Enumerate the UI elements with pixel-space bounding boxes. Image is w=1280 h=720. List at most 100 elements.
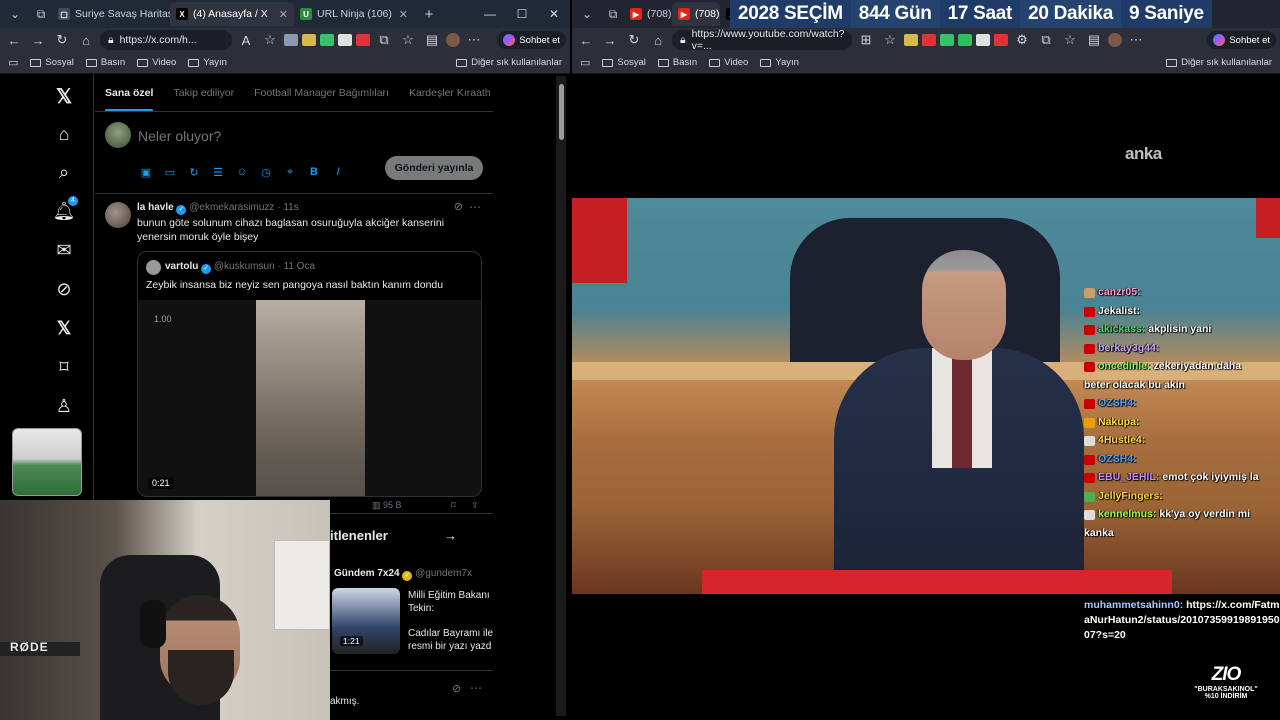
bell-icon[interactable]: 🔔︎ 4: [52, 196, 78, 223]
compose-input[interactable]: Neler oluyor?: [138, 128, 221, 144]
tweet-handle[interactable]: @ekmekarasimuzz · 11s: [189, 202, 298, 213]
reading-list-icon[interactable]: ▭: [580, 56, 590, 69]
italic-icon[interactable]: I: [331, 166, 345, 179]
extension-icon[interactable]: [994, 34, 1008, 46]
more-menu-icon[interactable]: ⋯: [464, 30, 484, 50]
favorites-icon[interactable]: ☆: [1060, 30, 1080, 50]
more-options-icon[interactable]: ⋯: [470, 681, 482, 695]
tab-suriye[interactable]: ▢ Suriye Savaş Haritası - S: [52, 2, 170, 26]
extension-icon[interactable]: [976, 34, 990, 46]
quoted-tweet[interactable]: vartolu ✓ @kuskumsun · 11 Oca Zeybik ins…: [137, 251, 482, 497]
gif-icon[interactable]: ▭: [163, 166, 177, 179]
more-menu-icon[interactable]: ⋯: [1126, 30, 1146, 50]
tweet[interactable]: la havle ✓ @ekmekarasimuzz · 11s ⊘ ⋯ bun…: [95, 194, 493, 514]
collections-icon[interactable]: ▤: [422, 30, 442, 50]
grok-icon[interactable]: ⊘: [452, 682, 461, 695]
split-screen-icon[interactable]: ⧉: [1036, 30, 1056, 50]
avatar[interactable]: [105, 202, 131, 228]
tab-following[interactable]: Takip ediliyor: [163, 74, 244, 111]
home-browser-icon[interactable]: ⌂: [76, 30, 96, 50]
close-window-icon[interactable]: ✕: [538, 7, 570, 21]
extension-icon[interactable]: [356, 34, 370, 46]
trending-source[interactable]: Gündem 7x24 ✓ @gundem7x: [334, 568, 472, 581]
grok-icon[interactable]: ⊘: [52, 277, 76, 301]
emoji-icon[interactable]: ☺: [235, 166, 249, 179]
favorites-icon[interactable]: ☆: [398, 30, 418, 50]
extension-icon[interactable]: [922, 34, 936, 46]
profile-icon[interactable]: ♙: [52, 394, 76, 418]
close-tab-icon[interactable]: ✕: [279, 8, 288, 21]
extensions-icon[interactable]: ⚙: [1012, 30, 1032, 50]
bookmark-other[interactable]: Diğer sık kullanılanlar: [456, 57, 562, 68]
back-icon[interactable]: ←: [4, 30, 24, 50]
extension-icon[interactable]: [940, 34, 954, 46]
location-icon[interactable]: ⌖: [283, 166, 297, 179]
extension-icon[interactable]: [338, 34, 352, 46]
reading-list-icon[interactable]: ▭: [8, 56, 18, 69]
close-tab-icon[interactable]: ✕: [399, 8, 408, 21]
home-icon[interactable]: ⌂: [52, 122, 76, 146]
tab-actions-icon[interactable]: ⌄: [4, 3, 26, 25]
mail-icon[interactable]: ✉: [52, 238, 76, 262]
new-tab-icon[interactable]: +: [418, 3, 440, 25]
arrow-right-icon[interactable]: →: [444, 528, 457, 543]
workspaces-icon[interactable]: ⧉: [602, 3, 624, 25]
tab-x-home[interactable]: X (4) Anasayfa / X ✕: [170, 2, 294, 26]
bookmark-sosyal[interactable]: Sosyal: [30, 57, 74, 68]
extension-icon[interactable]: [302, 34, 316, 46]
tab-actions-icon[interactable]: ⌄: [576, 3, 598, 25]
bookmark-video[interactable]: Video: [709, 57, 748, 68]
avatar[interactable]: [105, 122, 131, 148]
tab-for-you[interactable]: Sana özel: [95, 74, 163, 111]
x-logo-icon[interactable]: 𝕏: [52, 84, 76, 108]
forward-icon[interactable]: →: [28, 30, 48, 50]
favorite-star-icon[interactable]: ☆: [260, 30, 280, 50]
bookmark-yayin[interactable]: Yayın: [188, 57, 227, 68]
bold-icon[interactable]: B: [307, 166, 321, 179]
tab-youtube-2[interactable]: ▶ (708) t: [672, 2, 720, 26]
share-icon[interactable]: ⇪: [471, 500, 479, 511]
schedule-icon[interactable]: ◷: [259, 166, 273, 179]
bookmark-basin[interactable]: Basın: [657, 57, 697, 68]
copilot-button[interactable]: Sohbet et: [497, 31, 566, 49]
profile-avatar[interactable]: [1108, 33, 1122, 47]
bookmark-video[interactable]: Video: [137, 57, 176, 68]
collections-icon[interactable]: ▤: [1084, 30, 1104, 50]
image-icon[interactable]: ▣: [139, 166, 153, 179]
address-bar[interactable]: 🔒︎ https://x.com/h...: [100, 30, 232, 50]
back-icon[interactable]: ←: [576, 30, 596, 50]
search-icon[interactable]: ⌕: [52, 160, 76, 184]
copilot-button[interactable]: Sohbet et: [1207, 31, 1276, 49]
split-screen-icon[interactable]: ⧉: [374, 30, 394, 50]
bookmark-sosyal[interactable]: Sosyal: [602, 57, 646, 68]
video-player[interactable]: 1.00 0:21: [138, 300, 481, 496]
extension-icon[interactable]: [320, 34, 334, 46]
home-browser-icon[interactable]: ⌂: [648, 30, 668, 50]
scrollbar[interactable]: [556, 76, 566, 716]
workspaces-icon[interactable]: ⧉: [30, 3, 52, 25]
extension-icon[interactable]: [958, 34, 972, 46]
tab-kardesler[interactable]: Kardeşler Kıraath: [399, 74, 493, 111]
address-bar[interactable]: 🔒︎ https://www.youtube.com/watch?v=...: [672, 28, 852, 52]
refresh-icon[interactable]: ↻: [52, 30, 72, 50]
poll-icon[interactable]: ☰: [211, 166, 225, 179]
views-count[interactable]: ▥ 95 B: [372, 500, 402, 511]
grok-icon[interactable]: ↻: [187, 166, 201, 179]
app-available-icon[interactable]: ⊞: [856, 30, 876, 50]
refresh-icon[interactable]: ↻: [624, 30, 644, 50]
read-aloud-icon[interactable]: A: [236, 30, 256, 50]
profile-avatar[interactable]: [446, 33, 460, 47]
minimize-icon[interactable]: —: [474, 7, 506, 21]
bookmark-icon[interactable]: ⌑: [451, 500, 456, 511]
bookmark-icon[interactable]: ⌑: [52, 355, 76, 379]
tab-url-ninja[interactable]: U URL Ninja (106) ✕: [294, 2, 414, 26]
youtube-video-player[interactable]: [572, 198, 1280, 594]
tab-football-manager[interactable]: Football Manager Bağımlıları: [244, 74, 399, 111]
grok-icon[interactable]: ⊘: [454, 200, 463, 213]
maximize-icon[interactable]: ☐: [506, 7, 538, 21]
more-options-icon[interactable]: ⋯: [469, 200, 481, 214]
extension-icon[interactable]: [904, 34, 918, 46]
tab-youtube-1[interactable]: ▶ (708) h: [624, 2, 672, 26]
bookmark-basin[interactable]: Basın: [85, 57, 125, 68]
bookmark-yayin[interactable]: Yayın: [760, 57, 799, 68]
